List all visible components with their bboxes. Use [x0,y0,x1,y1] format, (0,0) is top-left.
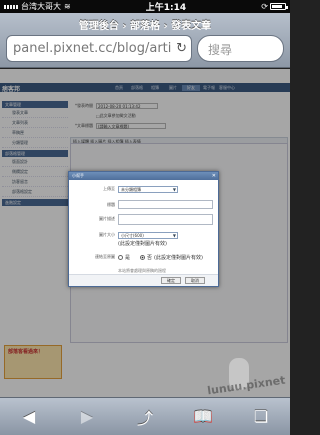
radio-no[interactable] [140,255,146,260]
radio-yes[interactable] [118,255,123,260]
wifi-icon: ≋ [64,2,71,11]
search-field[interactable]: 搜尋 [197,35,284,62]
field-label: 圖片大小 [99,232,115,237]
reload-icon[interactable]: ↻ [176,41,187,56]
dialog-titlebar: 小幫手 ✕ [69,172,218,180]
close-icon[interactable]: ✕ [212,172,216,180]
carrier-label: 台湾大哥大 [21,2,61,11]
lock-rotation-icon: ⟳ [261,2,268,11]
field-label: 上傳至 [103,186,115,191]
status-bar: 台湾大哥大 ≋ 上午1:14 ⟳ [0,0,290,13]
status-left: 台湾大哥大 ≋ [4,1,71,12]
battery-icon [269,3,288,10]
url-field[interactable]: panel.pixnet.cc/blog/arti ↻ [6,35,192,62]
tabs-button[interactable]: ❏ [246,404,276,430]
browser-toolbar: ◀ ▶ ⤴ 📖 ❏ [0,397,290,435]
dialog-title: 小幫手 [72,173,84,178]
status-right: ⟳ [261,2,288,11]
radio-no-label: 否 [147,255,153,261]
cancel-button[interactable]: 取消 [185,277,205,284]
bookmarks-button[interactable]: 📖 [188,404,218,430]
radio-yes-label: 是 [125,255,131,261]
field-label: 標題 [107,202,115,207]
page-title: 管理後台 › 部落格 › 發表文章 [78,21,212,32]
size-select[interactable]: 小尺寸(600) [118,232,178,239]
image-title-input[interactable] [118,200,213,209]
web-viewport: 痞客邦 首頁 部落格 相簿 圖片 好友 電子報 客服中心 文章管理 發表文章 文… [0,69,290,397]
size-note: (此設定僅對圖片有效) [118,241,167,247]
field-label: 連結至原圖 [95,254,115,259]
ok-button[interactable]: 確定 [161,277,181,284]
share-button[interactable]: ⤴ [130,404,160,430]
upload-dialog: 小幫手 ✕ 上傳至 未分類相簿 標題 圖片描述 圖片大小 小尺寸(600) (此… [68,171,219,287]
browser-header: 管理後台 › 部落格 › 發表文章 panel.pixnet.cc/blog/a… [0,13,290,68]
radio-group: 是 否 (此設定僅對圖片有效) [118,254,203,261]
back-button[interactable]: ◀ [14,404,44,430]
signal-icon [4,4,18,9]
status-time: 上午1:14 [145,3,187,13]
forward-button[interactable]: ▶ [72,404,102,430]
image-description-input[interactable] [118,214,213,225]
dialog-footer: 確定 取消 [69,274,218,286]
album-select[interactable]: 未分類相簿 [118,186,178,193]
url-text: panel.pixnet.cc/blog/arti [13,41,172,56]
field-label: 圖片描述 [99,216,115,221]
radio-note: (此設定僅對圖片有效) [154,255,203,261]
